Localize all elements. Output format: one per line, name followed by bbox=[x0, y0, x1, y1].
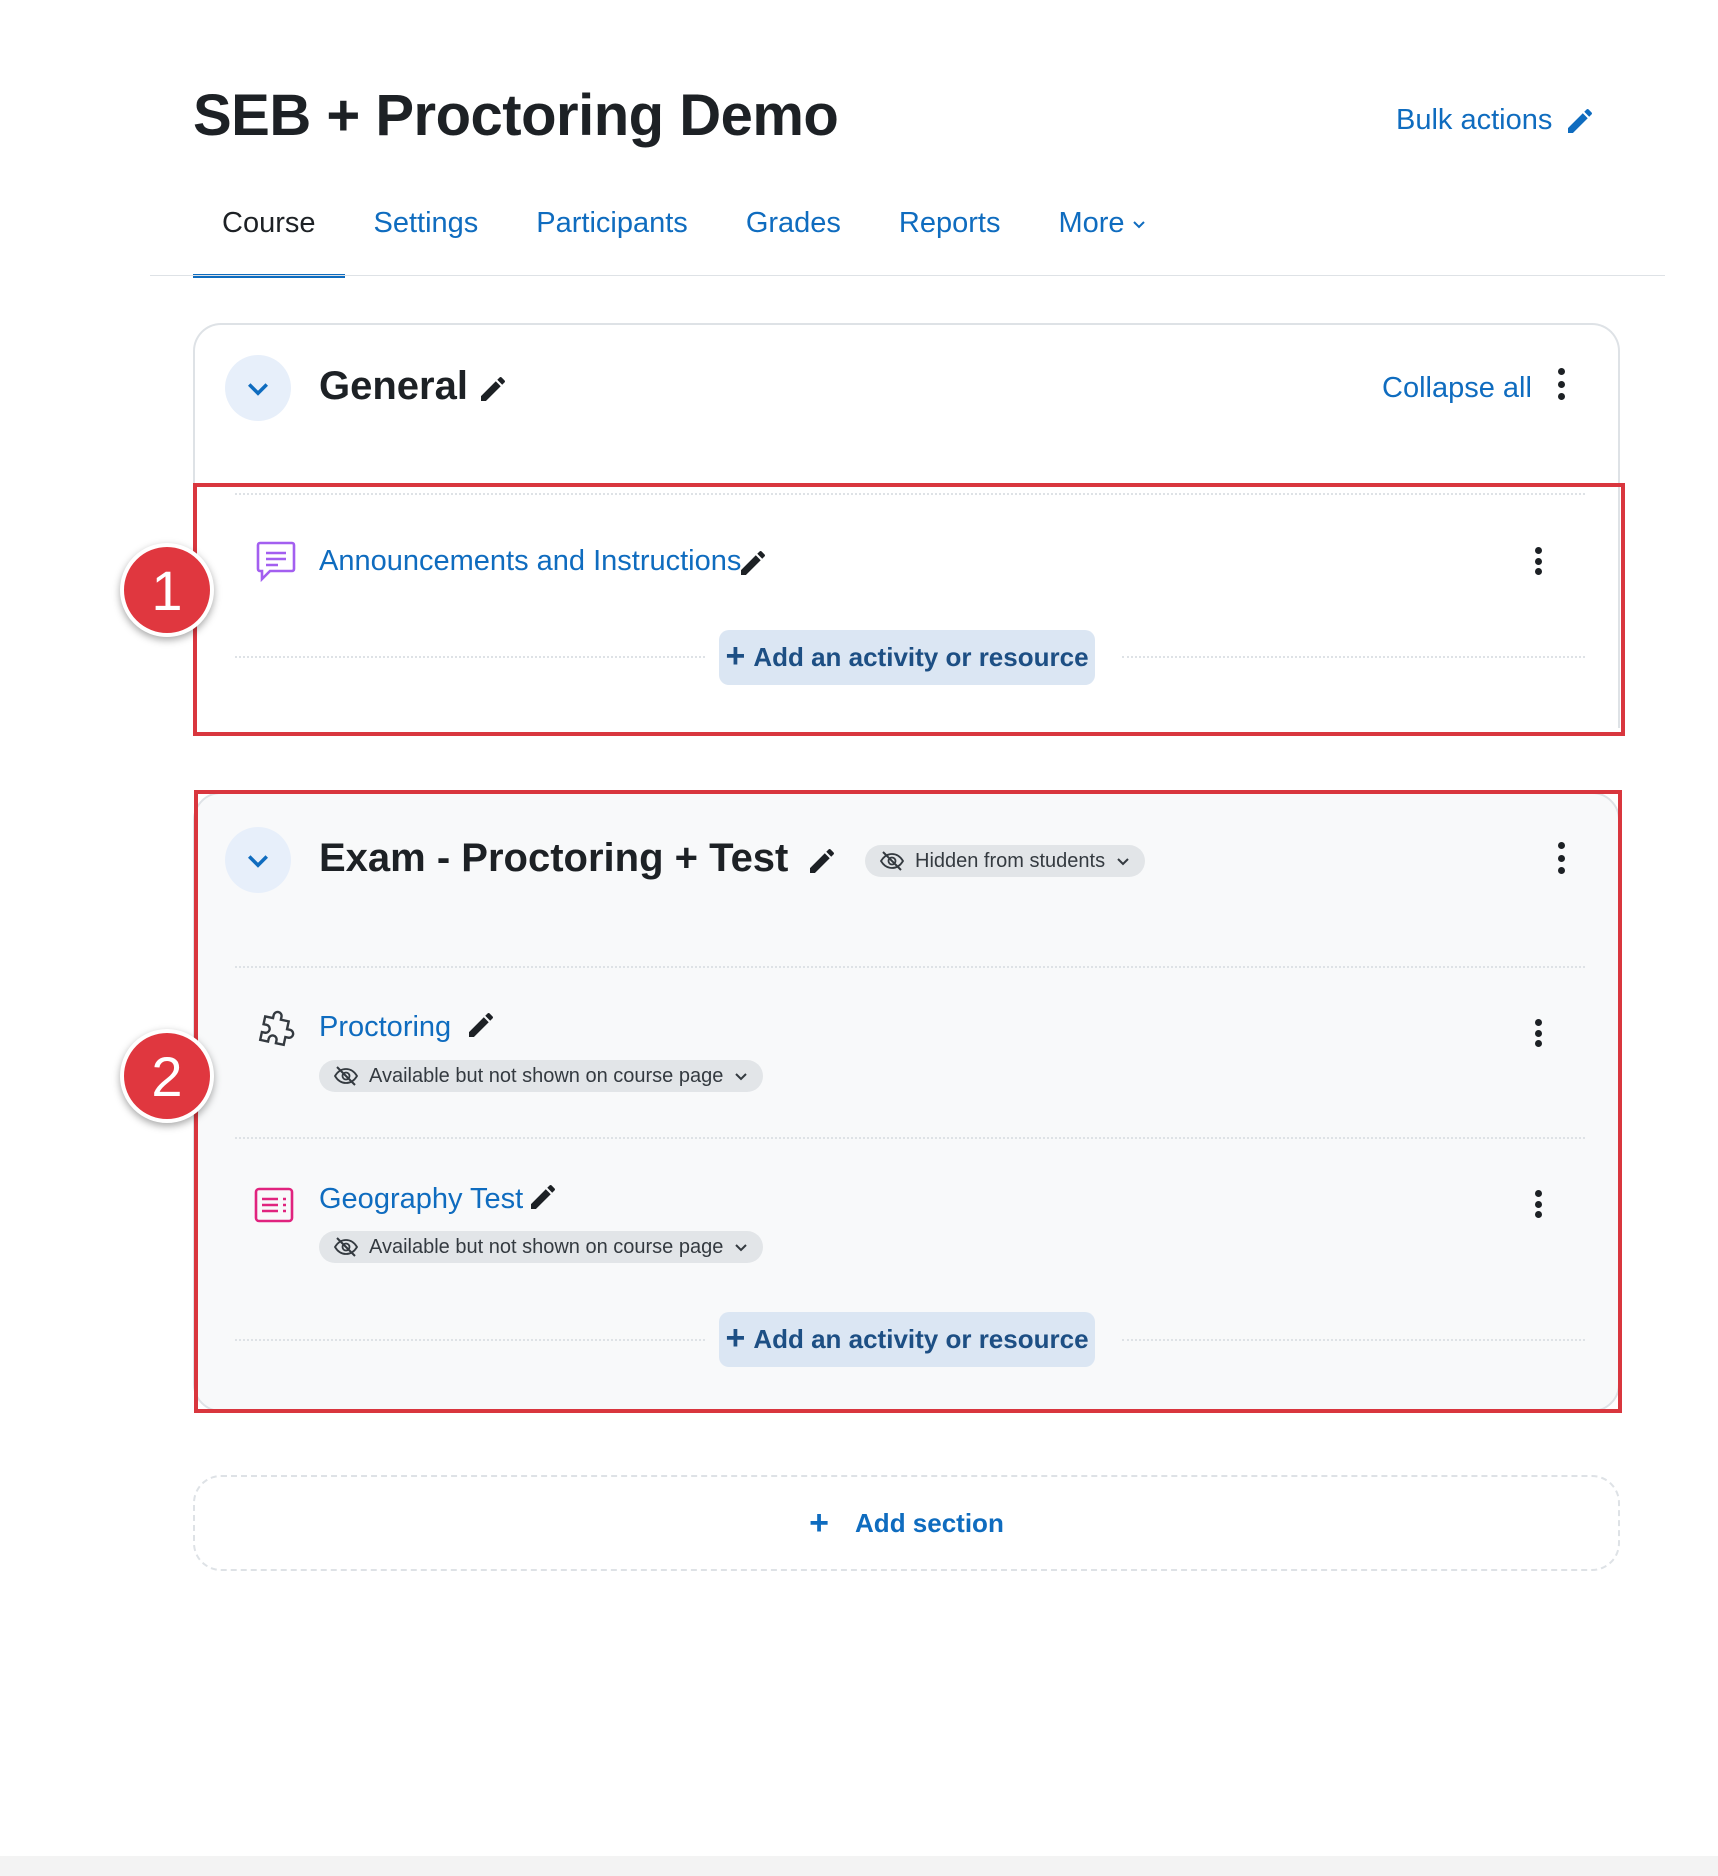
pencil-icon[interactable] bbox=[465, 1009, 497, 1041]
activity-link-geography-test[interactable]: Geography Test bbox=[319, 1183, 523, 1216]
tab-more[interactable]: More bbox=[1029, 200, 1175, 278]
pencil-icon[interactable] bbox=[527, 1181, 559, 1213]
eye-slash-icon bbox=[879, 851, 905, 871]
tab-participants[interactable]: Participants bbox=[507, 200, 717, 278]
chevron-down-icon bbox=[735, 1244, 748, 1252]
visibility-badge-label: Hidden from students bbox=[915, 849, 1106, 872]
plus-icon: + bbox=[725, 1319, 746, 1357]
course-title: SEB + Proctoring Demo bbox=[193, 83, 839, 148]
add-activity-label: Add an activity or resource bbox=[753, 642, 1089, 672]
chevron-down-icon bbox=[248, 383, 268, 396]
tab-label: More bbox=[1058, 207, 1125, 239]
add-section-label: Add section bbox=[855, 1507, 1004, 1538]
availability-badge[interactable]: Available but not shown on course page bbox=[319, 1060, 764, 1092]
divider bbox=[235, 656, 705, 658]
section-title-general: General bbox=[319, 364, 468, 408]
pencil-icon bbox=[1568, 108, 1593, 133]
bulk-actions-label: Bulk actions bbox=[1396, 104, 1553, 136]
step-marker-1: 1 bbox=[120, 543, 214, 637]
section-menu-kebab-icon[interactable] bbox=[1551, 364, 1571, 404]
tab-grades[interactable]: Grades bbox=[717, 200, 870, 278]
activity-menu-kebab-icon[interactable] bbox=[1528, 1186, 1548, 1222]
tab-label: Participants bbox=[536, 207, 688, 239]
tab-label: Grades bbox=[745, 207, 841, 239]
quiz-icon bbox=[254, 1187, 294, 1223]
page-bottom-edge bbox=[0, 1856, 1718, 1876]
chevron-down-icon bbox=[1132, 221, 1145, 229]
step-marker-2: 2 bbox=[120, 1029, 214, 1123]
section-collapse-button[interactable] bbox=[225, 355, 291, 421]
tab-reports[interactable]: Reports bbox=[870, 200, 1030, 278]
divider bbox=[235, 1339, 705, 1341]
activity-link-announcements[interactable]: Announcements and Instructions bbox=[319, 545, 741, 578]
availability-badge[interactable]: Available but not shown on course page bbox=[319, 1231, 764, 1263]
add-section-button[interactable]: + Add section bbox=[193, 1475, 1620, 1571]
divider bbox=[235, 1137, 1585, 1139]
pencil-icon[interactable] bbox=[737, 547, 769, 579]
chevron-down-icon bbox=[248, 855, 268, 868]
tab-label: Settings bbox=[373, 207, 479, 239]
pencil-icon[interactable] bbox=[806, 845, 838, 877]
eye-slash-icon bbox=[333, 1237, 359, 1257]
add-activity-button[interactable]: + Add an activity or resource bbox=[719, 630, 1095, 685]
course-nav-tabs: Course Settings Participants Grades Repo… bbox=[193, 200, 1176, 278]
tab-course[interactable]: Course bbox=[193, 200, 345, 278]
collapse-all-link[interactable]: Collapse all bbox=[1382, 372, 1532, 405]
activity-link-proctoring[interactable]: Proctoring bbox=[319, 1011, 451, 1044]
forum-icon bbox=[256, 541, 296, 583]
add-activity-label: Add an activity or resource bbox=[753, 1324, 1089, 1354]
visibility-badge[interactable]: Hidden from students bbox=[865, 845, 1146, 877]
tab-label: Reports bbox=[898, 207, 1001, 239]
activity-menu-kebab-icon[interactable] bbox=[1528, 543, 1548, 579]
section-title-exam: Exam - Proctoring + Test bbox=[319, 836, 789, 880]
chevron-down-icon bbox=[1117, 858, 1129, 866]
section-collapse-button[interactable] bbox=[225, 827, 291, 893]
course-page: SEB + Proctoring Demo Bulk actions Cours… bbox=[0, 0, 1718, 1876]
bulk-actions-button[interactable]: Bulk actions bbox=[1396, 104, 1596, 137]
activity-menu-kebab-icon[interactable] bbox=[1528, 1015, 1548, 1051]
add-activity-button[interactable]: + Add an activity or resource bbox=[719, 1312, 1095, 1367]
tabs-divider bbox=[150, 275, 1665, 276]
availability-badge-label: Available but not shown on course page bbox=[369, 1064, 724, 1087]
divider bbox=[235, 966, 1585, 968]
section-menu-kebab-icon[interactable] bbox=[1551, 838, 1571, 878]
tab-label: Course bbox=[222, 207, 316, 239]
plugin-puzzle-icon bbox=[258, 1010, 295, 1047]
divider bbox=[1122, 656, 1585, 658]
availability-badge-label: Available but not shown on course page bbox=[369, 1235, 724, 1258]
pencil-icon[interactable] bbox=[477, 373, 509, 405]
divider bbox=[1122, 1339, 1585, 1341]
eye-slash-icon bbox=[333, 1066, 359, 1086]
chevron-down-icon bbox=[735, 1073, 748, 1081]
divider bbox=[235, 493, 1585, 495]
plus-icon: + bbox=[725, 637, 746, 675]
tab-settings[interactable]: Settings bbox=[345, 200, 508, 278]
plus-icon: + bbox=[809, 1503, 830, 1542]
